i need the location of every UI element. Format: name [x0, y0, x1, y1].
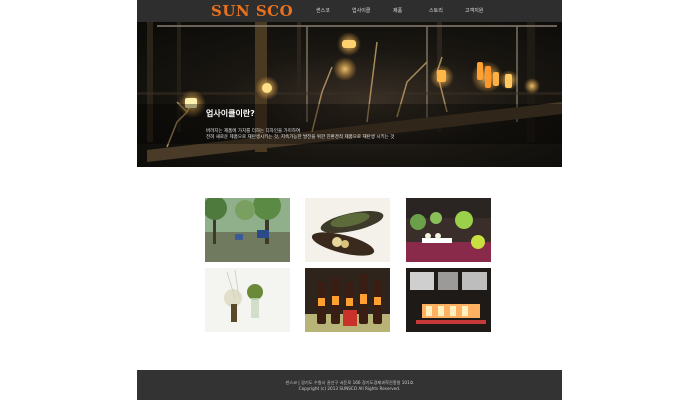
hero-banner: 업사이클이란? 버려지는 제품에 가치를 더하는 디자인을 가미하여 전혀 새로… — [137, 22, 562, 167]
nav-item-story[interactable]: 스토리 — [429, 0, 443, 22]
gallery-thumb-bottle-plates[interactable] — [305, 198, 390, 262]
table-display-photo — [406, 198, 491, 262]
lit-display-photo — [406, 268, 491, 332]
bottle-lamps-photo — [305, 268, 390, 332]
gallery-thumb-glass-plants[interactable] — [205, 268, 290, 332]
top-header: SUN SCO 썬스코 업사이클 제품 스토리 고객지원 — [137, 0, 562, 22]
nav-item-upcycle[interactable]: 업사이클 — [352, 0, 370, 22]
site-logo[interactable]: SUN SCO — [211, 1, 293, 21]
footer-copyright: Copyright (c) 2013 SUNSCO All Rights Res… — [298, 386, 401, 391]
page-footer: 썬스코 | 경기도 수원시 권선구 서둔로 166 경기도경제과학진흥원 101… — [137, 370, 562, 400]
nav-item-products[interactable]: 제품 — [393, 0, 402, 22]
hero-description-line: 전혀 새로운 제품으로 재탄생시키는 것, 지속가능한 발전을 위한 친환경적 … — [206, 135, 395, 140]
gallery-thumb-bottle-lamps[interactable] — [305, 268, 390, 332]
hero-lamps-illustration — [137, 22, 562, 162]
nav-item-support[interactable]: 고객지원 — [465, 0, 483, 22]
hero-title: 업사이클이란? — [206, 109, 255, 118]
park-scene-photo — [205, 198, 290, 262]
glass-plants-photo — [205, 268, 290, 332]
gallery-thumb-park-scene[interactable] — [205, 198, 290, 262]
gallery-thumb-lit-display[interactable] — [406, 268, 491, 332]
bottle-plates-photo — [305, 198, 390, 262]
hero-description: 버려지는 제품에 가치를 더하는 디자인을 가미하여 전혀 새로운 제품으로 재… — [206, 129, 394, 141]
nav-item-sunsco[interactable]: 썬스코 — [316, 0, 330, 22]
gallery-thumb-table-display[interactable] — [406, 198, 491, 262]
